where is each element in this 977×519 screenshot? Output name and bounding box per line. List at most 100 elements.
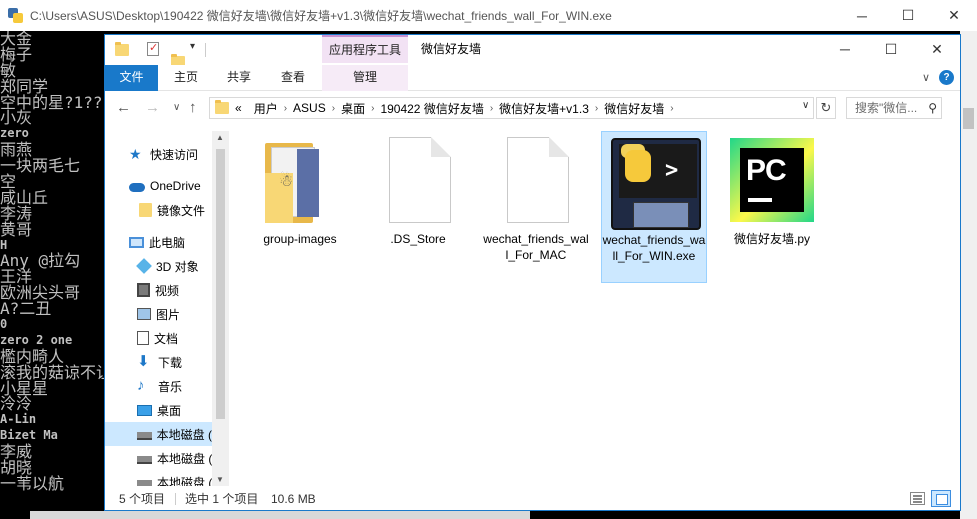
large-icons-view-icon[interactable] — [931, 490, 951, 507]
search-icon[interactable]: ⚲ — [928, 98, 937, 118]
blank-file-icon — [375, 137, 461, 225]
minimize-button[interactable]: ─ — [822, 35, 868, 63]
download-arrow-icon: ⬇ — [137, 353, 150, 370]
breadcrumb-asus[interactable]: ASUS — [293, 101, 326, 115]
address-dropdown-icon[interactable]: ∨ — [802, 100, 809, 111]
breadcrumb-separator[interactable]: › — [670, 103, 673, 114]
nav-this-pc[interactable]: 此电脑 — [129, 230, 185, 254]
breadcrumb-separator[interactable]: › — [371, 103, 374, 114]
nav-scroll-thumb[interactable] — [216, 149, 225, 419]
desktop-icon — [137, 404, 152, 416]
console-line: 0 — [0, 317, 8, 332]
nav-local-disk-e[interactable]: 本地磁盘 ( — [137, 470, 212, 486]
console-hscrollbar[interactable] — [30, 511, 530, 519]
tab-manage[interactable]: 管理 — [322, 65, 408, 91]
breadcrumb-separator[interactable]: › — [332, 103, 335, 114]
console-line: A?二丑 — [0, 299, 52, 319]
console-output: 大金 梅子敏郑同学 空中的星?1?? 小灰 zero 雨燕 一块两毛七空咸山丘 李涛 黄哥 H An… — [0, 31, 104, 519]
tab-home[interactable]: 主页 — [161, 65, 211, 91]
breadcrumb-190422[interactable]: 190422 微信好友墙 — [380, 100, 483, 117]
console-title: C:\Users\ASUS\Desktop\190422 微信好友墙\微信好友墙… — [30, 9, 612, 23]
breadcrumb-current[interactable]: 微信好友墙 — [604, 100, 664, 117]
console-scrollbar[interactable] — [960, 31, 977, 519]
status-item-count: 5 个项目 — [119, 492, 166, 506]
navigation-pane: ★ 快速访问 OneDrive 镜像文件 此电脑 3D 对象 视频 图片 文档 … — [105, 131, 229, 486]
tab-file[interactable]: 文件 — [105, 65, 158, 91]
up-button[interactable]: ↑ — [189, 99, 197, 116]
blank-file-icon — [493, 137, 579, 225]
console-line: 一苇以航 — [0, 473, 65, 493]
file-item-folder[interactable]: ☃ group-images — [247, 131, 353, 247]
properties-icon[interactable] — [147, 41, 159, 56]
python-exe-icon: > — [611, 138, 701, 230]
cube-icon — [136, 258, 152, 274]
nav-documents[interactable]: 文档 — [137, 326, 178, 350]
breadcrumb-overflow[interactable]: « — [235, 101, 242, 115]
back-button[interactable]: ← — [116, 99, 131, 116]
folder-icon — [139, 203, 152, 217]
help-icon[interactable]: ? — [939, 70, 954, 85]
file-item-win-exe[interactable]: > wechat_friends_wall_For_WIN.exe — [601, 131, 707, 283]
status-separator — [175, 493, 176, 505]
folder-icon — [115, 42, 129, 56]
recent-locations-button[interactable]: ∨ — [173, 102, 180, 113]
console-close-button[interactable]: ✕ — [931, 0, 977, 31]
breadcrumb-separator[interactable]: › — [595, 103, 598, 114]
console-minimize-button[interactable]: ─ — [839, 0, 885, 31]
console-line: 小灰 — [0, 108, 33, 128]
cloud-icon — [129, 183, 145, 192]
nav-downloads[interactable]: ⬇ 下载 — [137, 350, 182, 374]
qat-separator — [205, 43, 206, 57]
status-selected-size: 10.6 MB — [271, 492, 316, 506]
breadcrumb-separator[interactable]: › — [490, 103, 493, 114]
status-bar: 5 个项目 选中 1 个项目 10.6 MB — [105, 488, 960, 510]
drive-icon — [137, 432, 152, 440]
tab-share[interactable]: 共享 — [215, 65, 263, 91]
file-name: 微信好友墙.py — [733, 232, 810, 246]
breadcrumb-desktop[interactable]: 桌面 — [341, 100, 365, 117]
nav-quick-access[interactable]: ★ 快速访问 — [129, 142, 198, 166]
expand-ribbon-icon[interactable]: ∨ — [922, 71, 930, 84]
console-line: 黄哥 — [0, 219, 33, 239]
nav-pane-scrollbar[interactable]: ▲ ▼ — [212, 131, 229, 486]
nav-local-disk-d[interactable]: 本地磁盘 ( — [137, 446, 212, 470]
scroll-down-icon[interactable]: ▼ — [216, 475, 224, 484]
nav-mirror-files[interactable]: 镜像文件 — [139, 198, 205, 222]
console-scroll-thumb[interactable] — [963, 108, 974, 129]
nav-pictures[interactable]: 图片 — [137, 302, 180, 326]
file-name: .DS_Store — [390, 232, 446, 246]
drive-icon — [137, 480, 152, 486]
breadcrumb-users[interactable]: 用户 — [254, 100, 278, 117]
file-item-py[interactable]: PC 微信好友墙.py — [719, 131, 825, 247]
nav-desktop[interactable]: 桌面 — [137, 398, 181, 422]
breadcrumb-v13[interactable]: 微信好友墙+v1.3 — [499, 100, 589, 117]
nav-music[interactable]: ♪ 音乐 — [137, 374, 182, 398]
nav-videos[interactable]: 视频 — [137, 278, 179, 302]
tab-view[interactable]: 查看 — [268, 65, 318, 91]
pycharm-icon: PC — [729, 137, 815, 225]
computer-icon — [129, 236, 144, 248]
details-view-icon[interactable] — [910, 492, 925, 505]
music-note-icon: ♪ — [137, 377, 145, 394]
file-item-ds-store[interactable]: .DS_Store — [365, 131, 471, 247]
close-button[interactable]: ✕ — [914, 35, 960, 63]
maximize-button[interactable]: ☐ — [868, 35, 914, 63]
refresh-button[interactable]: ↻ — [816, 97, 836, 119]
file-item-mac[interactable]: wechat_friends_wall_For_MAC — [483, 131, 589, 263]
console-maximize-button[interactable]: ☐ — [885, 0, 931, 31]
customize-qat-icon[interactable]: ▾ — [190, 41, 195, 57]
file-name: group-images — [263, 232, 337, 246]
nav-onedrive[interactable]: OneDrive — [129, 174, 201, 198]
folder-icon — [215, 100, 229, 114]
nav-3d-objects[interactable]: 3D 对象 — [136, 254, 199, 278]
address-bar[interactable]: « 用户 › ASUS › 桌面 › 190422 微信好友墙 › 微信好友墙+… — [209, 97, 814, 119]
picture-icon — [137, 308, 151, 320]
ribbon-tabs: 文件 主页 共享 查看 管理 ∨ ? — [105, 65, 960, 91]
breadcrumb-separator[interactable]: › — [284, 103, 287, 114]
forward-button[interactable]: → — [145, 99, 160, 116]
search-input[interactable]: 搜索"微信... ⚲ — [846, 97, 942, 119]
scroll-up-icon[interactable]: ▲ — [216, 133, 224, 142]
python-app-icon — [8, 7, 24, 24]
app-tools-header: 应用程序工具 — [322, 35, 408, 63]
nav-local-disk-c[interactable]: 本地磁盘 ( — [105, 422, 212, 446]
